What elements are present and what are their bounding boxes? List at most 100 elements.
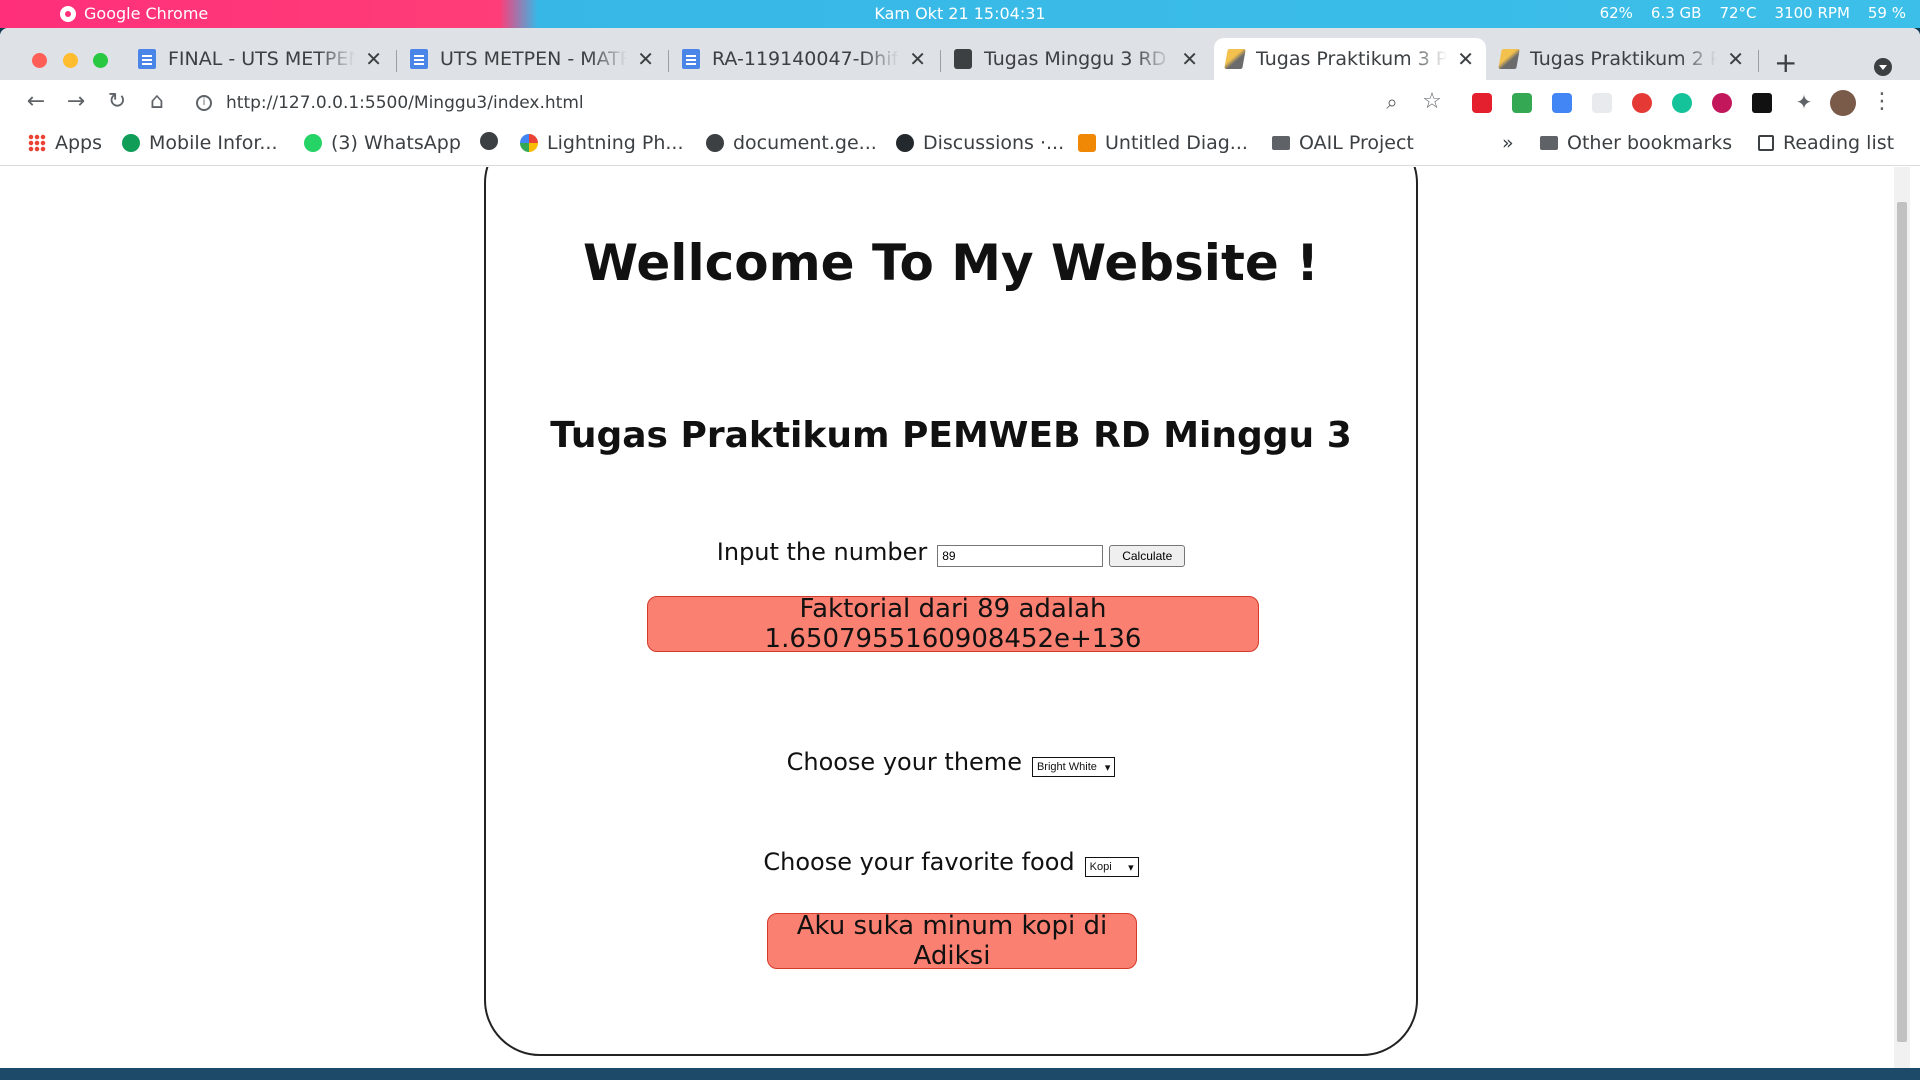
bookmark-document-ge[interactable]: document.ge...: [706, 132, 877, 154]
extensions-puzzle-icon[interactable]: ✦: [1790, 88, 1818, 116]
folder-icon: [1540, 136, 1558, 150]
tab-separator: [940, 50, 941, 72]
zoom-icon[interactable]: ⌕: [1378, 88, 1406, 116]
memory-stat: 6.3 GB: [1650, 4, 1702, 22]
calculate-button[interactable]: Calculate: [1109, 545, 1186, 567]
bookmark-label: OAIL Project: [1299, 132, 1414, 154]
home-icon[interactable]: ⌂: [143, 88, 171, 116]
site-info-icon[interactable]: i: [196, 95, 212, 111]
tab-tugas-praktikum-2[interactable]: Tugas Praktikum 2 PE ✕: [1488, 38, 1756, 80]
notion-icon[interactable]: [1752, 93, 1772, 113]
page-scrollbar[interactable]: [1894, 167, 1910, 1068]
food-result: Aku suka minum kopi di Adiksi: [767, 911, 1137, 971]
bookmarks-overflow-button[interactable]: »: [1502, 132, 1514, 154]
tab-uts-metpen-matri[interactable]: UTS METPEN - MATRI ✕: [398, 38, 666, 80]
system-menu-bar: Google Chrome Kam Okt 21 15:04:31 62% 6.…: [0, 0, 1920, 28]
bookmark-other-bookmarks[interactable]: Other bookmarks: [1540, 132, 1732, 154]
fan-stat: 3100 RPM: [1774, 4, 1850, 22]
tab-label: RA-119140047-Dhifa: [712, 48, 900, 70]
whatsapp-icon: [304, 134, 322, 152]
google-docs-icon: [138, 49, 156, 69]
close-tab-icon[interactable]: ✕: [365, 47, 382, 71]
tab-label: FINAL - UTS METPEN: [168, 48, 356, 70]
bookmarks-bar: Apps Mobile Infor... (3) WhatsApp Lightn…: [0, 124, 1920, 166]
close-tab-icon[interactable]: ✕: [1457, 47, 1474, 71]
bookmark-label: Reading list: [1783, 132, 1895, 154]
theme-select-value: Bright White: [1036, 761, 1097, 773]
tab-tugas-minggu-3[interactable]: Tugas Minggu 3 RD ✕: [942, 38, 1210, 80]
bookmark-label: Other bookmarks: [1567, 132, 1733, 154]
tab-strip: FINAL - UTS METPEN ✕ UTS METPEN - MATRI …: [0, 28, 1920, 80]
extension-block-icon[interactable]: [1712, 93, 1732, 113]
close-tab-icon[interactable]: ✕: [1727, 47, 1744, 71]
minimize-window-button[interactable]: [63, 53, 78, 68]
mendeley-extension-icon[interactable]: [1472, 93, 1492, 113]
reading-list-button[interactable]: Reading list: [1758, 132, 1894, 154]
scrollbar-thumb[interactable]: [1897, 202, 1907, 1042]
chevron-down-icon: ▾: [1104, 761, 1111, 774]
maximize-window-button[interactable]: [93, 53, 108, 68]
page-viewport: Wellcome To My Website ! Tugas Praktikum…: [0, 167, 1920, 1068]
bookmark-label: Untitled Diag...: [1105, 132, 1248, 154]
bookmark-oail-project[interactable]: OAIL Project: [1272, 132, 1414, 154]
theme-label: Choose your theme: [786, 748, 1022, 776]
adblock-icon[interactable]: [1632, 93, 1652, 113]
reload-icon[interactable]: ↻: [103, 88, 131, 116]
tab-label: Tugas Praktikum 3 PE: [1256, 48, 1448, 70]
address-bar[interactable]: i http://127.0.0.1:5500/Minggu3/index.ht…: [196, 88, 1376, 118]
food-label: Choose your favorite food: [763, 848, 1075, 876]
close-window-button[interactable]: [32, 53, 47, 68]
bookmark-lightning[interactable]: Lightning Ph...: [520, 132, 684, 154]
bookmark-label: Lightning Ph...: [547, 132, 684, 154]
google-translate-icon[interactable]: [1552, 93, 1572, 113]
page-title: Wellcome To My Website !: [583, 234, 1319, 292]
new-tab-icon[interactable]: +: [1774, 46, 1797, 79]
food-select[interactable]: Kopi ▾: [1084, 857, 1139, 877]
bookmark-label: Discussions ·...: [923, 132, 1065, 154]
extension-green-icon[interactable]: [1512, 93, 1532, 113]
close-tab-icon[interactable]: ✕: [637, 47, 654, 71]
bookmark-label: Mobile Infor...: [149, 132, 278, 154]
theme-select[interactable]: Bright White ▾: [1031, 757, 1116, 777]
bookmark-discussions[interactable]: Discussions ·...: [896, 132, 1064, 154]
food-select-value: Kopi: [1089, 861, 1112, 873]
google-docs-icon: [682, 49, 700, 69]
close-tab-icon[interactable]: ✕: [1181, 47, 1198, 71]
number-input[interactable]: [937, 545, 1104, 567]
factorial-result: Faktorial dari 89 adalah 1.6507955160908…: [647, 594, 1259, 654]
bookmark-globe[interactable]: [480, 132, 498, 150]
tab-ra-dhifa[interactable]: RA-119140047-Dhifa ✕: [670, 38, 938, 80]
close-tab-icon[interactable]: ✕: [909, 47, 926, 71]
grammarly-icon[interactable]: [1672, 93, 1692, 113]
active-app[interactable]: Google Chrome: [60, 4, 208, 23]
active-app-name: Google Chrome: [84, 4, 209, 23]
bookmark-whatsapp[interactable]: (3) WhatsApp: [304, 132, 461, 154]
github-icon: [896, 134, 914, 152]
tab-search-icon[interactable]: [1874, 58, 1892, 76]
menu-kebab-icon[interactable]: ⋮: [1868, 88, 1896, 116]
extension-grey-icon[interactable]: [1592, 93, 1612, 113]
bookmark-star-icon[interactable]: ☆: [1418, 88, 1446, 116]
pen-icon: [1498, 49, 1520, 69]
tab-final-uts-metpen[interactable]: FINAL - UTS METPEN ✕: [126, 38, 394, 80]
bookmark-mobile-info[interactable]: Mobile Infor...: [122, 132, 278, 154]
address-text: http://127.0.0.1:5500/Minggu3/index.html: [226, 93, 584, 113]
bookmark-apps[interactable]: Apps: [28, 132, 102, 154]
reading-list-icon: [1758, 135, 1774, 151]
tab-separator: [668, 50, 669, 72]
forward-arrow-icon[interactable]: →: [62, 88, 90, 116]
bookmark-untitled-diagram[interactable]: Untitled Diag...: [1078, 132, 1248, 154]
folder-icon: [1272, 136, 1290, 150]
drawio-icon: [1078, 134, 1096, 152]
tab-separator: [1758, 50, 1759, 72]
tab-tugas-praktikum-3[interactable]: Tugas Praktikum 3 PE ✕: [1214, 38, 1486, 80]
page-subtitle: Tugas Praktikum PEMWEB RD Minggu 3: [550, 415, 1352, 456]
pen-icon: [1224, 49, 1246, 69]
theme-row: Choose your theme Bright White ▾: [486, 747, 1416, 777]
profile-avatar[interactable]: [1830, 90, 1856, 116]
number-input-label: Input the number: [716, 538, 928, 566]
chrome-icon: [60, 5, 76, 22]
image-icon: [954, 49, 972, 69]
back-arrow-icon[interactable]: ←: [22, 88, 50, 116]
browser-toolbar: ← → ↻ ⌂ i http://127.0.0.1:5500/Minggu3/…: [0, 80, 1920, 124]
